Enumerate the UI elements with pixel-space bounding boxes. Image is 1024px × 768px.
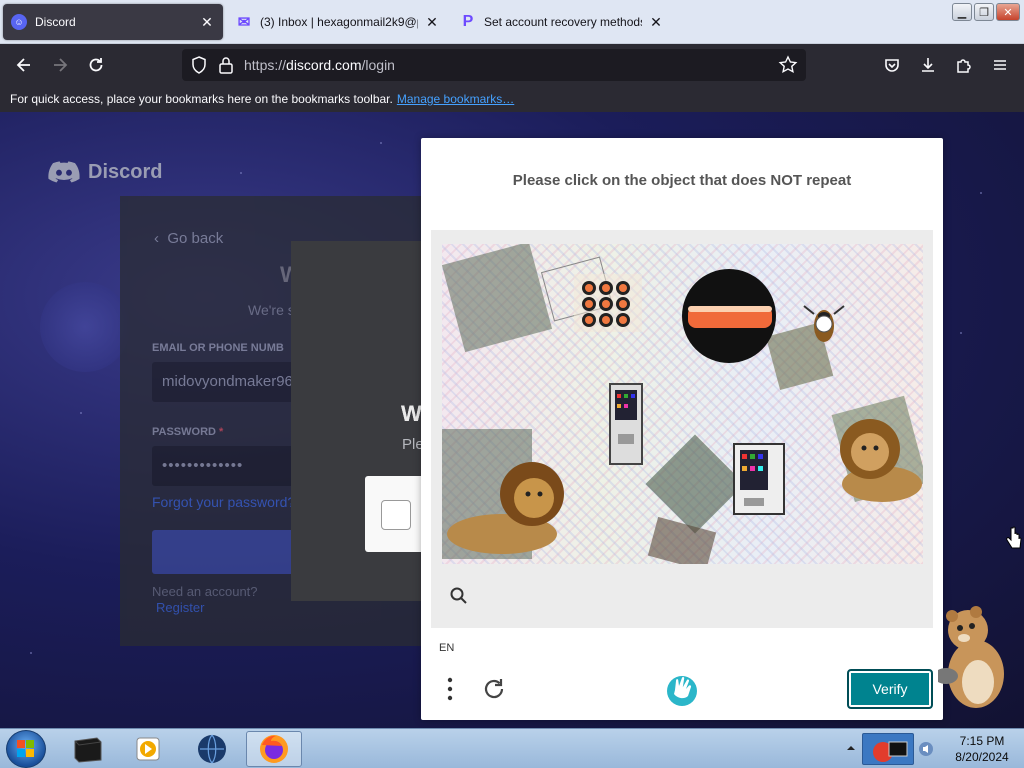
- forward-button[interactable]: [47, 52, 73, 78]
- tray-active-icon[interactable]: [862, 733, 914, 765]
- reload-icon: [89, 58, 103, 72]
- close-tab-icon[interactable]: ✕: [648, 14, 664, 31]
- language-selector[interactable]: EN: [439, 642, 454, 654]
- bg-patch: [647, 516, 717, 564]
- email-label: EMAIL OR PHONE NUMB: [152, 342, 284, 354]
- minimize-button[interactable]: ▁: [952, 3, 972, 21]
- zoom-icon[interactable]: [449, 586, 469, 606]
- menu-button[interactable]: [987, 52, 1013, 78]
- tab-label: Set account recovery methods: [484, 15, 642, 29]
- puzzle-icon: [957, 59, 971, 73]
- bookmark-star-icon[interactable]: [778, 55, 798, 75]
- discord-icon: [48, 161, 80, 183]
- start-button[interactable]: [6, 730, 46, 768]
- forward-arrow-icon: [54, 58, 68, 72]
- pocket-icon: [885, 59, 899, 72]
- window-controls: ▁ ❐ ✕: [952, 3, 1020, 21]
- back-arrow-icon: [16, 58, 30, 72]
- terminal-icon: [74, 737, 102, 763]
- close-window-button[interactable]: ✕: [996, 3, 1020, 21]
- hcaptcha-logo-icon: [667, 676, 697, 706]
- clock-time: 7:15 PM: [959, 734, 1005, 748]
- tab-discord[interactable]: ☺ Discord ✕: [3, 4, 223, 40]
- bookmarks-toolbar: For quick access, place your bookmarks h…: [0, 86, 1024, 112]
- page-content: Discord ‹ Go back W We're s EMAIL OR PHO…: [0, 112, 1024, 728]
- go-back-link[interactable]: ‹ Go back: [154, 230, 223, 247]
- sushi-rolls: [574, 274, 642, 332]
- url-text: https://discord.com/login: [244, 57, 395, 73]
- network-icon: [873, 741, 908, 762]
- register-link[interactable]: Register: [156, 600, 204, 615]
- tab-label: Discord: [35, 15, 76, 29]
- taskbar-globe[interactable]: [184, 731, 240, 767]
- taskbar-media-player[interactable]: [120, 731, 176, 767]
- bookmarks-message: For quick access, place your bookmarks h…: [10, 92, 393, 106]
- discord-logo: Discord: [48, 160, 162, 184]
- bg-patch: [442, 244, 553, 353]
- clock-date: 8/20/2024: [955, 750, 1009, 764]
- discord-icon: ☺: [11, 14, 27, 30]
- vending-machine: [733, 443, 785, 515]
- proton-mail-icon: ✉: [237, 14, 251, 31]
- restore-button[interactable]: ❐: [974, 3, 994, 21]
- forgot-password-link[interactable]: Forgot your password?: [152, 494, 295, 510]
- tab-bar: ☺ Discord ✕ ✉ (3) Inbox | hexagonmail2k9…: [0, 0, 1024, 44]
- volume-icon[interactable]: [918, 741, 934, 757]
- salmon-plate: [682, 269, 776, 363]
- back-button[interactable]: [11, 52, 37, 78]
- pocket-button[interactable]: [879, 52, 905, 78]
- lock-icon[interactable]: [218, 55, 234, 75]
- clock[interactable]: 7:15 PM 8/20/2024: [942, 733, 1022, 765]
- close-tab-icon[interactable]: ✕: [199, 14, 215, 31]
- captcha-modal-heading: W: [401, 401, 422, 426]
- taskbar: 7:15 PM 8/20/2024: [0, 728, 1024, 768]
- challenge-image[interactable]: [442, 244, 923, 564]
- globe-icon: [198, 734, 226, 764]
- taskbar-firefox[interactable]: [246, 731, 302, 767]
- login-subtitle: We're s: [248, 302, 295, 318]
- refresh-icon[interactable]: [481, 676, 507, 702]
- tab-label: (3) Inbox | hexagonmail2k9@pr: [260, 15, 418, 29]
- close-tab-icon[interactable]: ✕: [424, 14, 440, 31]
- hcaptcha-checkbox[interactable]: [381, 500, 411, 530]
- challenge-area: [431, 230, 933, 628]
- verify-button[interactable]: Verify: [847, 669, 933, 709]
- discord-wordmark: Discord: [88, 160, 163, 183]
- reload-button[interactable]: [83, 52, 109, 78]
- password-label: PASSWORD *: [152, 426, 224, 438]
- hand-cursor-icon: [1006, 526, 1022, 549]
- windows-logo-icon: [17, 740, 34, 757]
- planet-decoration: [40, 282, 130, 372]
- more-options-icon[interactable]: [443, 676, 457, 704]
- challenge-canvas: [442, 244, 923, 564]
- hamburger-icon: [994, 60, 1006, 70]
- challenge-prompt: Please click on the object that does NOT…: [512, 172, 852, 189]
- hamster-mascot-icon: [938, 606, 1004, 708]
- firefox-icon: [260, 735, 288, 763]
- shield-icon[interactable]: [190, 55, 208, 75]
- download-icon: [922, 58, 934, 72]
- downloads-button[interactable]: [915, 52, 941, 78]
- tab-inbox[interactable]: ✉ (3) Inbox | hexagonmail2k9@pr ✕: [228, 4, 448, 40]
- tray-expand-icon[interactable]: [846, 743, 856, 753]
- extensions-button[interactable]: [951, 52, 977, 78]
- taskbar-terminal[interactable]: [60, 731, 116, 767]
- need-account-text: Need an account?: [152, 584, 258, 599]
- url-bar[interactable]: https://discord.com/login: [182, 49, 806, 81]
- media-player-icon: [136, 737, 160, 761]
- tab-recovery[interactable]: P Set account recovery methods ✕: [452, 4, 672, 40]
- manage-bookmarks-link[interactable]: Manage bookmarks…: [397, 92, 514, 106]
- system-tray: 7:15 PM 8/20/2024: [842, 729, 1024, 768]
- proton-pass-icon: P: [462, 13, 474, 30]
- hcaptcha-challenge: Please click on the object that does NOT…: [421, 138, 943, 720]
- hcaptcha-checkbox-widget: [365, 476, 425, 552]
- vending-machine: [609, 383, 643, 465]
